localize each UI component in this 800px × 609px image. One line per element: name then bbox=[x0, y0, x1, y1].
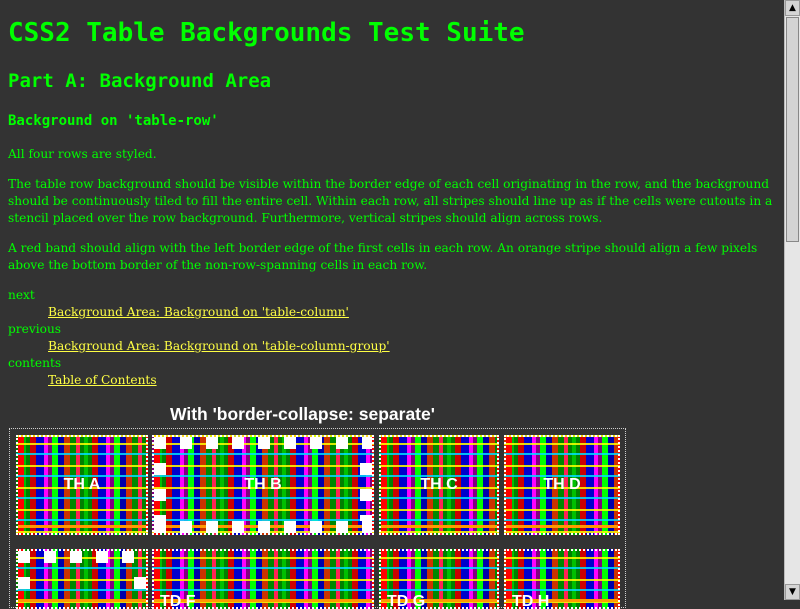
description-paragraph: A red band should align with the left bo… bbox=[8, 241, 758, 272]
navigation-list: next Background Area: Background on 'tab… bbox=[8, 287, 390, 389]
section-heading: Background on 'table-row' bbox=[8, 113, 219, 129]
scrollbar-thumb[interactable] bbox=[786, 17, 799, 242]
nav-contents-label: contents bbox=[8, 356, 62, 370]
arrow-up-icon[interactable]: ▲ bbox=[785, 0, 800, 16]
page-title: CSS2 Table Backgrounds Test Suite bbox=[8, 18, 525, 48]
cell-label: TD H bbox=[512, 593, 550, 609]
arrow-down-icon[interactable]: ▼ bbox=[785, 584, 800, 600]
previous-link[interactable]: Background Area: Background on 'table-co… bbox=[48, 339, 390, 353]
description-paragraph: The table row background should be visib… bbox=[8, 177, 773, 225]
nav-next-label: next bbox=[8, 288, 35, 302]
cell-label: TD G bbox=[387, 593, 426, 609]
cell-label: TH C bbox=[420, 476, 458, 493]
table-cell-td-f: TD F bbox=[152, 549, 374, 609]
cell-label: TD F bbox=[160, 593, 196, 609]
cell-label: TH D bbox=[543, 476, 581, 493]
table-cell-th-b: TH B bbox=[152, 435, 374, 535]
part-heading: Part A: Background Area bbox=[8, 70, 272, 92]
cell-label: TH A bbox=[63, 476, 101, 493]
table-cell-td-h: TD H bbox=[504, 549, 620, 609]
table-cell-td-g: TD G bbox=[379, 549, 499, 609]
table-caption: With 'border-collapse: separate' bbox=[170, 404, 435, 424]
nav-contents-item: Table of Contents bbox=[48, 372, 390, 389]
cell-label: TH B bbox=[244, 476, 282, 493]
nav-previous-label: previous bbox=[8, 322, 62, 336]
description-paragraph: All four rows are styled. bbox=[8, 147, 157, 161]
vertical-scrollbar[interactable]: ▲ ▼ bbox=[784, 0, 800, 600]
table-cell-th-c: TH C bbox=[379, 435, 499, 535]
table-cell-row2-first bbox=[16, 549, 148, 609]
contents-link[interactable]: Table of Contents bbox=[48, 373, 157, 387]
nav-previous-item: Background Area: Background on 'table-co… bbox=[48, 338, 390, 355]
table-cell-th-a: TH A bbox=[16, 435, 148, 535]
table-cell-th-d: TH D bbox=[504, 435, 620, 535]
next-link[interactable]: Background Area: Background on 'table-co… bbox=[48, 305, 349, 319]
demo-table: TH A TH B TH C TH D TD F TD G TD H bbox=[9, 428, 626, 609]
nav-next-item: Background Area: Background on 'table-co… bbox=[48, 304, 390, 321]
